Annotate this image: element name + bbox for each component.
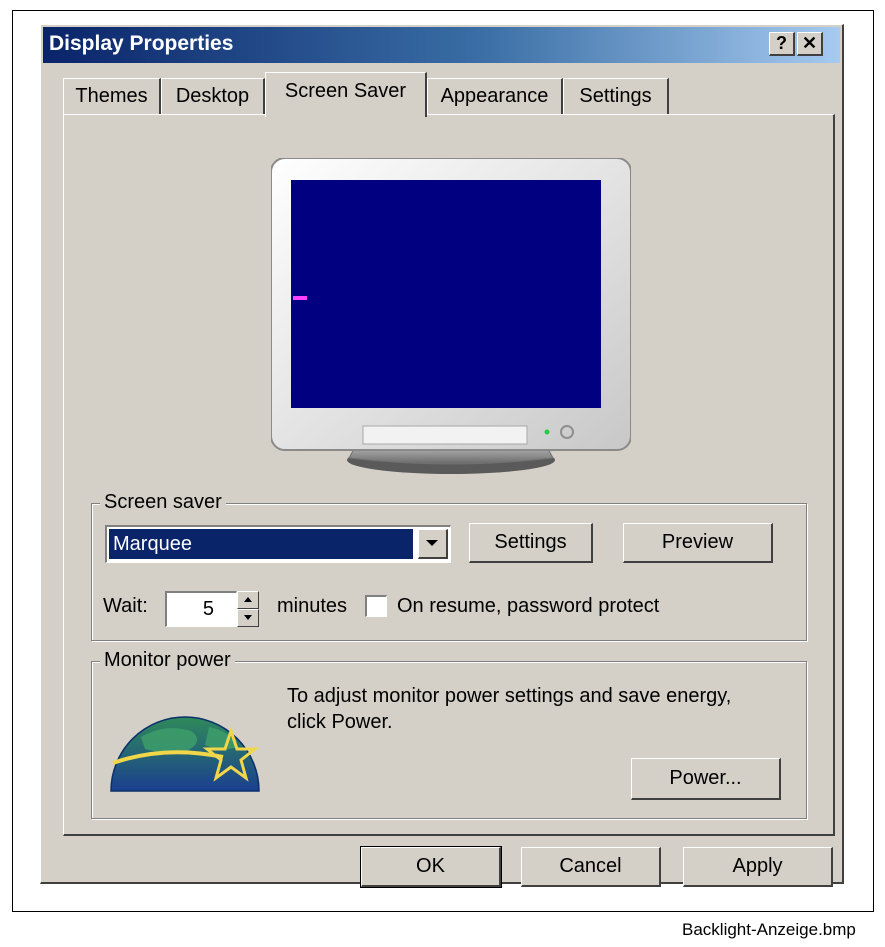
- screen-saver-select[interactable]: Marquee: [105, 525, 451, 563]
- cancel-button[interactable]: Cancel: [521, 847, 661, 887]
- screen-saver-group-label: Screen saver: [100, 491, 226, 514]
- monitor-panel: [362, 425, 528, 445]
- button-label: Power...: [669, 767, 742, 789]
- tab-label: Desktop: [175, 85, 250, 107]
- button-label: OK: [416, 855, 445, 877]
- tab-desktop[interactable]: Desktop: [161, 78, 265, 114]
- tab-themes[interactable]: Themes: [63, 78, 161, 114]
- wait-label: Wait:: [103, 595, 148, 617]
- monitor-preview: [271, 158, 631, 474]
- title-bar: Display Properties ? ✕: [43, 27, 840, 63]
- arrow-down-icon: [244, 615, 252, 620]
- power-button[interactable]: Power...: [631, 758, 781, 800]
- spin-down-button[interactable]: [237, 609, 259, 627]
- minutes-label: minutes: [277, 595, 348, 617]
- password-protect-checkbox[interactable]: [365, 595, 387, 617]
- spin-up-button[interactable]: [237, 591, 259, 609]
- screen-saver-settings-button[interactable]: Settings: [469, 523, 593, 563]
- button-label: Preview: [661, 531, 734, 553]
- help-icon: ?: [776, 33, 787, 53]
- dropdown-button[interactable]: [418, 529, 448, 559]
- tab-label: Appearance: [440, 85, 549, 107]
- password-protect-label: On resume, password protect: [397, 595, 660, 617]
- tab-screen-saver[interactable]: Screen Saver: [265, 72, 427, 117]
- tab-settings[interactable]: Settings: [563, 78, 669, 114]
- monitor-screen: [291, 180, 601, 408]
- energy-star-logo: [110, 716, 260, 792]
- tab-label: Screen Saver: [284, 80, 407, 102]
- apply-button[interactable]: Apply: [683, 847, 833, 887]
- arrow-up-icon: [244, 597, 252, 602]
- file-caption: Backlight-Anzeige.bmp: [682, 920, 856, 939]
- button-label: Cancel: [559, 855, 622, 877]
- monitor-power-group-label: Monitor power: [100, 649, 235, 672]
- help-button[interactable]: ?: [769, 32, 795, 56]
- ok-button[interactable]: OK: [360, 846, 502, 888]
- power-led: [544, 429, 550, 435]
- wait-minutes-input[interactable]: 5: [165, 591, 237, 627]
- tab-appearance[interactable]: Appearance: [427, 78, 563, 114]
- wait-spinner: [237, 591, 259, 627]
- preview-button[interactable]: Preview: [623, 523, 773, 563]
- marquee-text-preview: [293, 296, 307, 300]
- close-icon: ✕: [801, 33, 818, 53]
- tab-label: Themes: [75, 85, 148, 107]
- close-button[interactable]: ✕: [797, 32, 823, 56]
- screen-saver-selected-value: Marquee: [109, 529, 413, 559]
- tab-label: Settings: [579, 85, 652, 107]
- monitor-power-text-line2: click Power.: [287, 711, 393, 733]
- chevron-down-icon: [426, 540, 438, 546]
- display-properties-window: Display Properties ? ✕ Themes Desktop Sc…: [40, 24, 844, 888]
- button-label: Apply: [732, 855, 783, 877]
- monitor-power-text-line1: To adjust monitor power settings and sav…: [287, 685, 732, 707]
- window-title: Display Properties: [49, 32, 234, 55]
- button-label: Settings: [494, 531, 567, 553]
